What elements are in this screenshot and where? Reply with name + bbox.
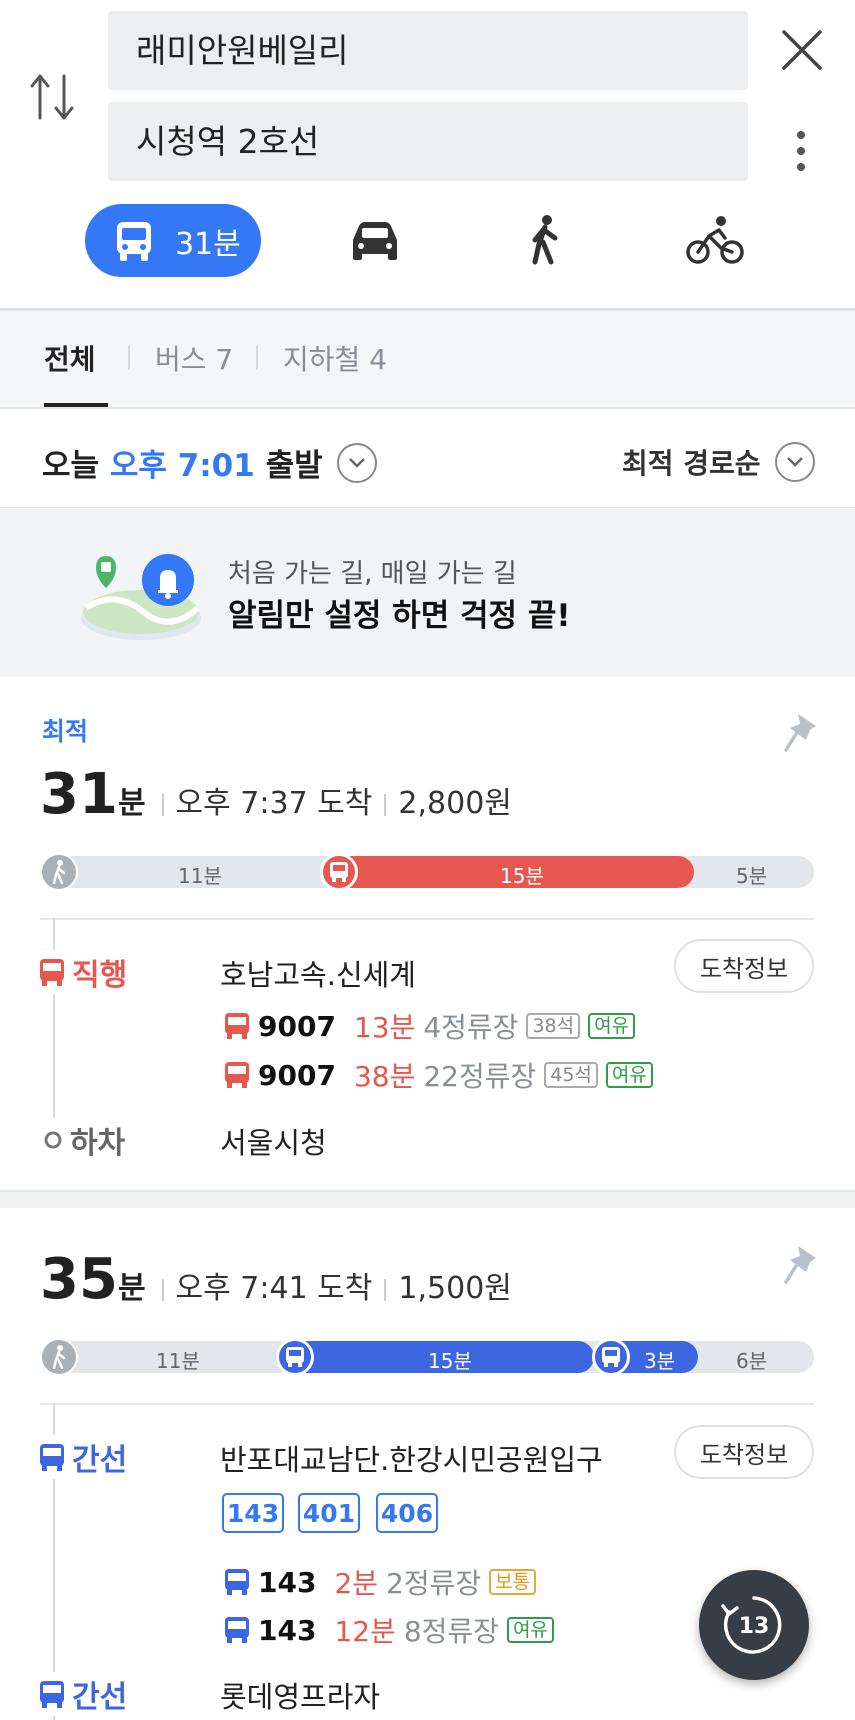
arrival-info-button[interactable]: 도착정보: [674, 1425, 814, 1479]
bus-arrival-row[interactable]: 9007 13분 4정류장 38석 여유: [224, 1006, 643, 1046]
walk-icon[interactable]: [515, 214, 575, 266]
leg-type-trunk: 간선: [38, 1672, 128, 1716]
bus-arrival-row[interactable]: 143 2분 2정류장 보통: [224, 1562, 544, 1602]
mode-transit-button[interactable]: 31분: [85, 204, 261, 277]
tab-divider: [256, 346, 258, 370]
route-summary[interactable]: 35분 오후 7:41 도착 1,500원: [40, 1247, 512, 1312]
route-duration: 35분: [40, 1247, 146, 1312]
tab-all[interactable]: 전체: [44, 338, 96, 378]
route-duration: 31분: [40, 762, 146, 827]
arrival-time: 오후 7:37 도착: [175, 786, 373, 821]
bus-icon: [592, 1338, 630, 1376]
sort-label: 최적 경로순: [622, 447, 761, 480]
bus-number-chip[interactable]: 406: [376, 1493, 438, 1533]
tab-divider: [128, 346, 130, 370]
segment-walk-time: 11분: [156, 1349, 200, 1373]
segment-bus-time: 3분: [644, 1349, 676, 1373]
banner-title: 알림만 설정 하면 걱정 끝!: [228, 598, 571, 634]
bicycle-icon[interactable]: [685, 214, 745, 266]
arrival-time: 오후 7:41 도착: [175, 1271, 373, 1306]
crowd-badge: 여유: [605, 1062, 653, 1088]
bus-number-chip[interactable]: 401: [298, 1493, 360, 1533]
bus-icon: [225, 1013, 249, 1039]
bus-icon: [40, 1681, 64, 1708]
seat-badge: 45석: [544, 1062, 598, 1088]
bus-icon: [320, 853, 358, 891]
boarding-stop[interactable]: 롯데영프라자: [220, 1674, 380, 1716]
close-icon[interactable]: [778, 26, 826, 74]
route-divider: [0, 1190, 855, 1208]
bus-icon: [225, 1617, 249, 1643]
walk-icon: [40, 853, 78, 891]
segment-bus-time: 15분: [428, 1349, 472, 1373]
bus-icon: [117, 221, 151, 261]
fare: 2,800원: [398, 786, 512, 821]
tabs-divider: [0, 407, 855, 409]
stop-circle-icon: [44, 1131, 62, 1149]
bus-arrival-row[interactable]: 9007 38분 22정류장 45석 여유: [224, 1055, 661, 1095]
segment-walk-time: 6분: [736, 1349, 768, 1373]
fare: 1,500원: [398, 1271, 512, 1306]
refresh-countdown-button[interactable]: 13: [699, 1570, 809, 1680]
depart-time: 오후 7:01: [109, 448, 255, 484]
divider: [40, 1403, 814, 1405]
arrival-info-button[interactable]: 도착정보: [674, 939, 814, 993]
tab-subway[interactable]: 지하철 4: [283, 338, 387, 378]
bus-number-chip[interactable]: 143: [222, 1493, 284, 1533]
countdown-label: 13: [739, 1614, 770, 1639]
tab-bus[interactable]: 버스 7: [155, 338, 233, 378]
boarding-stop[interactable]: 호남고속.신세계: [220, 952, 416, 994]
segment-walk-time: 5분: [736, 864, 768, 888]
origin-input[interactable]: 래미안원베일리: [108, 11, 748, 90]
pin-icon[interactable]: [784, 1242, 820, 1284]
leg-type-trunk: 간선: [38, 1435, 128, 1479]
leg-alight: 하차: [42, 1118, 126, 1162]
chevron-down-icon[interactable]: [774, 442, 815, 482]
crowd-badge: 여유: [506, 1617, 554, 1643]
crowd-badge: 여유: [588, 1013, 636, 1039]
divider: [40, 918, 814, 920]
bus-icon: [225, 1062, 249, 1088]
chevron-down-icon[interactable]: [336, 442, 377, 483]
alight-stop[interactable]: 서울시청: [220, 1120, 327, 1162]
route-summary[interactable]: 31분 오후 7:37 도착 2,800원: [40, 762, 512, 827]
boarding-stop[interactable]: 반포대교남단.한강시민공원입구: [220, 1437, 603, 1479]
swap-direction-icon[interactable]: [30, 70, 76, 124]
crowd-badge: 보통: [489, 1569, 537, 1595]
bus-icon: [40, 1444, 64, 1471]
transit-time-label: 31분: [175, 226, 241, 262]
route-tag-best: 최적: [42, 717, 89, 746]
segment-walk-time: 11분: [178, 864, 222, 888]
car-icon[interactable]: [345, 214, 405, 266]
seat-badge: 38석: [526, 1013, 581, 1039]
bus-icon: [276, 1338, 314, 1376]
sort-selector[interactable]: 최적 경로순: [622, 442, 815, 482]
bus-icon: [225, 1569, 249, 1595]
destination-input[interactable]: 시청역 2호선: [108, 102, 748, 181]
depart-suffix: 출발: [265, 448, 323, 484]
walk-icon: [40, 1338, 78, 1376]
depart-time-selector[interactable]: 오늘 오후 7:01 출발: [42, 440, 377, 485]
segment-bus-time: 15분: [500, 864, 544, 888]
pin-icon[interactable]: [784, 710, 820, 752]
refresh-icon: 13: [721, 1596, 782, 1654]
leg-type-express: 직행: [38, 950, 128, 994]
bus-icon: [40, 959, 64, 986]
map-alarm-illustration-icon: [81, 554, 201, 640]
more-vertical-icon[interactable]: [786, 128, 816, 174]
depart-prefix: 오늘: [42, 448, 100, 484]
bus-arrival-row[interactable]: 143 12분 8정류장 여유: [224, 1610, 562, 1650]
banner-subtitle: 처음 가는 길, 매일 가는 길: [228, 559, 517, 589]
